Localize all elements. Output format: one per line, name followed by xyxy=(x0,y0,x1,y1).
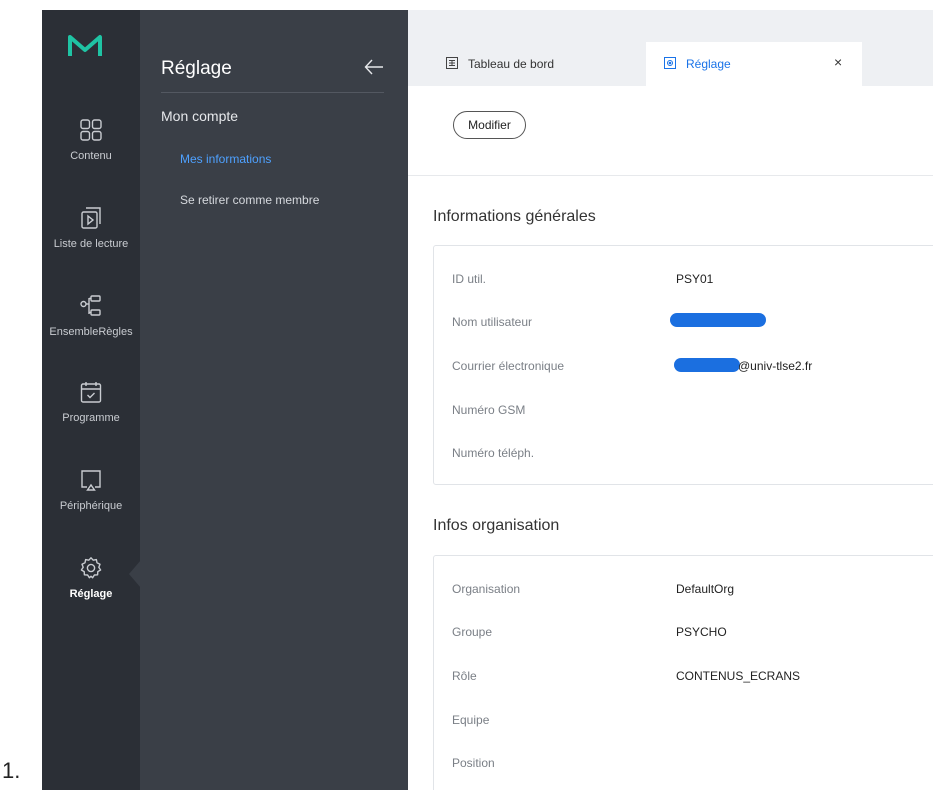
org-row-equipe: Equipe xyxy=(434,713,933,733)
rail-item-label: Périphérique xyxy=(59,500,123,512)
tab-label: Tableau de bord xyxy=(468,57,555,71)
tab-label: Réglage xyxy=(686,57,731,71)
rail-item-programme[interactable]: Programme xyxy=(42,380,140,424)
row-value: PSYCHO xyxy=(676,625,727,639)
row-key: ID util. xyxy=(452,272,487,286)
icon-rail: Contenu Liste de lecture EnsembleRègles … xyxy=(42,10,141,790)
general-info-card: ID util. PSY01 Nom utilisateur Courrier … xyxy=(433,245,933,485)
row-value: DefaultOrg xyxy=(676,582,735,596)
row-value: CONTENUS_ECRANS xyxy=(676,669,801,683)
org-info-title: Infos organisation xyxy=(433,517,560,534)
row-key: Equipe xyxy=(452,713,490,727)
rail-item-label: Contenu xyxy=(70,150,112,162)
row-key: Courrier électronique xyxy=(452,359,565,373)
dashboard-icon xyxy=(446,57,458,69)
org-row-role: Rôle CONTENUS_ECRANS xyxy=(434,669,933,689)
rail-item-label: Liste de lecture xyxy=(53,238,129,250)
info-row-phone: Numéro téléph. xyxy=(434,446,933,466)
rail-item-label: Réglage xyxy=(69,588,113,600)
rail-item-label: Programme xyxy=(62,412,120,424)
redaction-mark xyxy=(670,313,766,327)
tab-tableau-de-bord[interactable]: Tableau de bord xyxy=(428,42,646,86)
monitor-icon xyxy=(81,470,101,491)
link-mes-informations[interactable]: Mes informations xyxy=(180,152,271,166)
calendar-check-icon xyxy=(80,382,102,403)
rail-item-contenu[interactable]: Contenu xyxy=(42,118,140,162)
gear-icon xyxy=(80,557,102,579)
close-icon[interactable]: × xyxy=(834,54,842,70)
list-number: 1. xyxy=(2,758,21,783)
info-row-user-name: Nom utilisateur xyxy=(434,313,933,335)
row-key: Position xyxy=(452,756,495,770)
rules-tree-icon xyxy=(80,295,101,316)
redaction-mark xyxy=(674,358,740,372)
section-mon-compte: Mon compte xyxy=(161,108,239,124)
modify-button[interactable]: Modifier xyxy=(453,111,526,139)
grid-icon xyxy=(80,119,102,141)
panel-divider xyxy=(161,92,384,93)
panel-title: Réglage xyxy=(161,58,232,79)
row-key: Groupe xyxy=(452,625,493,639)
rail-item-reglage[interactable]: Réglage xyxy=(42,556,140,600)
org-row-position: Position xyxy=(434,756,933,776)
rail-item-liste-de-lecture[interactable]: Liste de lecture xyxy=(42,206,140,250)
row-value: @univ-tlse2.fr xyxy=(738,359,813,373)
info-row-email: Courrier électronique @univ-tlse2.fr xyxy=(434,358,933,379)
general-info-title: Informations générales xyxy=(433,208,596,225)
arrow-left-icon[interactable] xyxy=(364,58,384,76)
settings-tab-icon xyxy=(664,57,676,69)
row-key: Numéro téléph. xyxy=(452,446,535,460)
playlist-icon xyxy=(81,207,101,229)
row-key: Nom utilisateur xyxy=(452,315,533,329)
info-row-user-id: ID util. PSY01 xyxy=(434,272,933,292)
info-row-gsm: Numéro GSM xyxy=(434,403,933,423)
org-info-card: Organisation DefaultOrg Groupe PSYCHO Rô… xyxy=(433,555,933,790)
rail-item-peripherique[interactable]: Périphérique xyxy=(42,468,140,512)
row-value: PSY01 xyxy=(676,272,714,286)
org-row-organisation: Organisation DefaultOrg xyxy=(434,582,933,602)
link-se-retirer[interactable]: Se retirer comme membre xyxy=(180,193,319,207)
brand-logo-icon[interactable] xyxy=(68,34,102,58)
content-divider xyxy=(408,175,933,176)
rail-item-ensemble-regles[interactable]: EnsembleRègles xyxy=(42,294,140,338)
tab-reglage[interactable]: Réglage × xyxy=(646,42,862,86)
main-content: Modifier Informations générales ID util.… xyxy=(408,86,933,790)
row-key: Organisation xyxy=(452,582,521,596)
rail-item-label: EnsembleRègles xyxy=(49,326,133,338)
row-key: Numéro GSM xyxy=(452,403,526,417)
row-key: Rôle xyxy=(452,669,477,683)
settings-panel: Réglage Mon compte Mes informations Se r… xyxy=(140,10,408,790)
org-row-groupe: Groupe PSYCHO xyxy=(434,625,933,645)
